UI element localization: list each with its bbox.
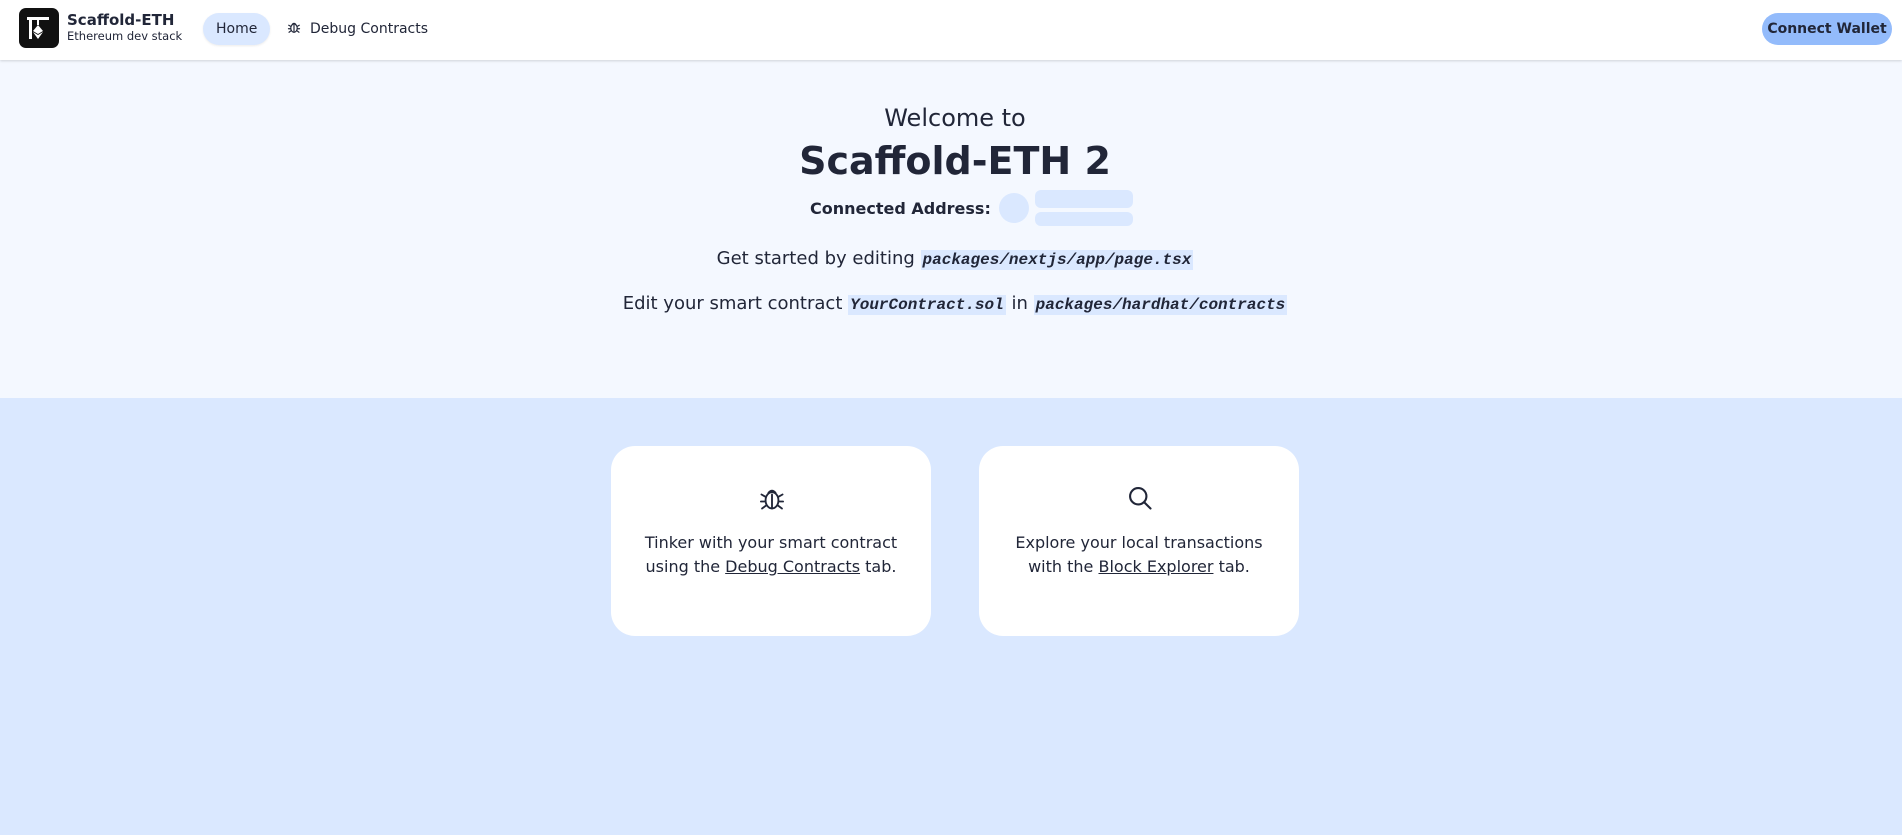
debug-card-text: Tinker with your smart contract using th… bbox=[631, 531, 911, 579]
bug-icon bbox=[287, 20, 301, 38]
connected-address-label: Connected Address: bbox=[810, 198, 991, 218]
in-label: in bbox=[1011, 293, 1028, 314]
brand-title: Scaffold-ETH bbox=[67, 11, 175, 29]
magnifying-glass-icon bbox=[1126, 484, 1154, 512]
connected-address-row: Connected Address: bbox=[810, 188, 1133, 228]
get-started-label: Get started by editing bbox=[716, 248, 915, 269]
bug-icon bbox=[758, 484, 786, 512]
address-skeleton bbox=[1034, 190, 1133, 226]
page-title: Scaffold-ETH 2 bbox=[799, 139, 1111, 183]
brand-subtitle: Ethereum dev stack bbox=[67, 29, 183, 43]
block-explorer-link[interactable]: Block Explorer bbox=[1098, 557, 1213, 576]
contract-file-name: YourContract.sol bbox=[848, 295, 1006, 315]
edit-contract-text: Edit your smart contract YourContract.so… bbox=[0, 291, 1902, 318]
debug-contracts-link[interactable]: Debug Contracts bbox=[725, 557, 860, 576]
explorer-card-text-after: tab. bbox=[1218, 557, 1250, 576]
debug-contracts-card: Tinker with your smart contract using th… bbox=[611, 446, 931, 636]
brand[interactable]: Scaffold-ETH Ethereum dev stack bbox=[67, 11, 182, 44]
page-file-path: packages/nextjs/app/page.tsx bbox=[920, 250, 1194, 270]
nav-debug-contracts-link[interactable]: Debug Contracts bbox=[283, 13, 432, 45]
nav-debug-contracts-label: Debug Contracts bbox=[310, 21, 429, 37]
features-section: Tinker with your smart contract using th… bbox=[0, 398, 1902, 835]
contracts-folder-path: packages/hardhat/contracts bbox=[1033, 295, 1288, 315]
debug-card-text-after: tab. bbox=[865, 557, 897, 576]
welcome-text: Welcome to bbox=[884, 104, 1026, 132]
connect-wallet-button[interactable]: Connect Wallet bbox=[1762, 13, 1892, 45]
scaffold-logo-icon[interactable] bbox=[19, 8, 59, 48]
explorer-card-text: Explore your local transactions with the… bbox=[999, 531, 1279, 579]
get-started-text: Get started by editing packages/nextjs/a… bbox=[0, 246, 1902, 273]
edit-contract-label: Edit your smart contract bbox=[622, 293, 843, 314]
top-navbar: Scaffold-ETH Ethereum dev stack Home Deb… bbox=[0, 0, 1902, 60]
address-avatar-skeleton bbox=[998, 193, 1029, 223]
block-explorer-card: Explore your local transactions with the… bbox=[979, 446, 1299, 636]
balance-skeleton-line bbox=[1034, 212, 1133, 226]
nav-home-link[interactable]: Home bbox=[203, 13, 271, 45]
hero-section: Welcome to Scaffold-ETH 2 Connected Addr… bbox=[0, 60, 1902, 398]
address-skeleton-line bbox=[1034, 190, 1133, 208]
